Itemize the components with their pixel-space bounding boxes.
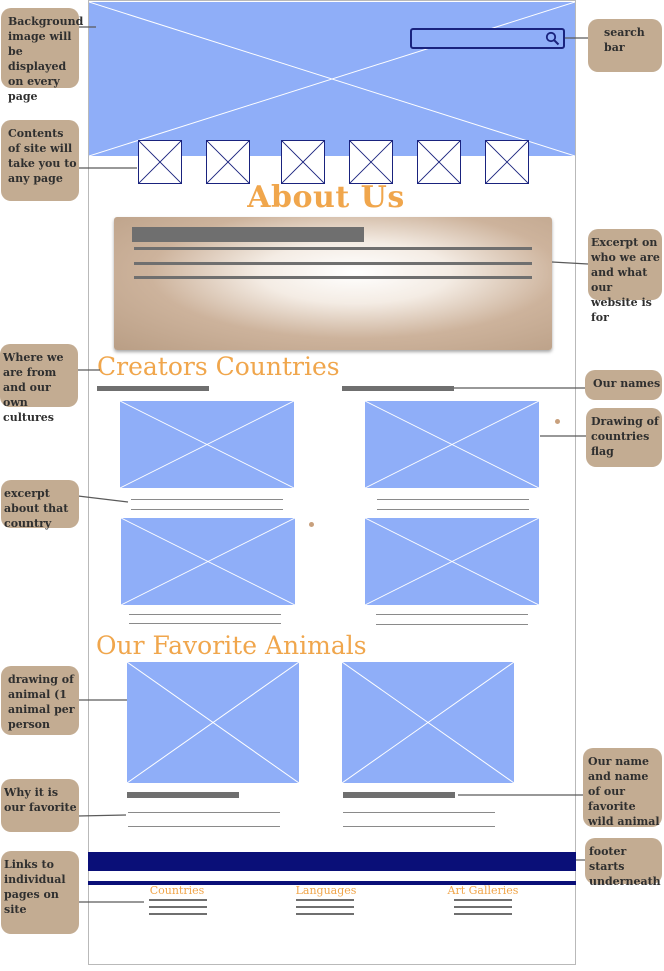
- placeholder-x-icon: [121, 518, 295, 605]
- footer-link-line: [149, 913, 207, 915]
- annotation-our-names: Our names: [585, 370, 662, 400]
- footer-link-line: [296, 906, 354, 908]
- hero-background-image: [89, 2, 575, 156]
- annotation-background: Background image will be displayed on ev…: [1, 8, 83, 103]
- footer-link-line: [454, 913, 512, 915]
- creator-name-placeholder: [97, 386, 209, 391]
- nav-item-3[interactable]: [281, 140, 325, 184]
- placeholder-x-icon: [207, 141, 249, 183]
- footer-link-art-galleries[interactable]: Art Galleries: [428, 884, 538, 897]
- footer-link-line: [296, 913, 354, 915]
- animal-name-placeholder: [343, 792, 455, 798]
- about-text-line: [134, 276, 532, 279]
- footer-link-line: [454, 906, 512, 908]
- about-text-line: [134, 262, 532, 265]
- annotation-footer: footer starts underneath: [585, 838, 662, 888]
- creator-name-placeholder: [342, 386, 454, 391]
- placeholder-x-icon: [120, 401, 294, 488]
- annotation-excerpt-about: Excerpt on who we are and what our websi…: [588, 229, 662, 324]
- annotation-why-favorite: Why it is our favorite: [1, 779, 79, 832]
- nav-item-5[interactable]: [417, 140, 461, 184]
- footer-link-countries[interactable]: Countries: [122, 884, 232, 897]
- animal-text-line: [343, 826, 495, 827]
- annotation-excerpt-country: excerpt about that country: [1, 480, 79, 530]
- footer-link-languages[interactable]: Languages: [271, 884, 381, 897]
- placeholder-x-icon: [418, 141, 460, 183]
- placeholder-x-icon: [127, 662, 299, 783]
- annotation-search-bar: search bar: [588, 19, 662, 72]
- annotation-flag-drawing: Drawing of countries flag: [586, 408, 662, 467]
- annotation-where-from: Where we are from and our own cultures: [0, 344, 78, 424]
- country-flag-image: [365, 401, 539, 488]
- stray-dot: [555, 419, 560, 424]
- placeholder-x-icon: [350, 141, 392, 183]
- footer-link-line: [149, 906, 207, 908]
- annotation-links: Links to individual pages on site: [1, 851, 79, 934]
- creators-countries-title: Creators Countries: [97, 352, 340, 381]
- animal-drawing-image: [342, 662, 514, 783]
- search-icon[interactable]: [545, 31, 560, 46]
- annotation-our-name-animal: Our name and name of our favorite wild a…: [583, 748, 662, 828]
- annotation-drawing-animal: drawing of animal (1 animal per person: [1, 666, 79, 735]
- placeholder-x-icon: [139, 141, 181, 183]
- footer-link-line: [454, 899, 512, 901]
- nav-item-4[interactable]: [349, 140, 393, 184]
- annotation-contents: Contents of site will take you to any pa…: [1, 120, 79, 201]
- country-flag-image: [120, 401, 294, 488]
- placeholder-x-icon: [282, 141, 324, 183]
- nav-item-1[interactable]: [138, 140, 182, 184]
- placeholder-x-icon: [89, 2, 575, 156]
- placeholder-x-icon: [365, 518, 539, 605]
- country-flag-image: [121, 518, 295, 605]
- country-flag-image: [365, 518, 539, 605]
- country-text-line: [129, 623, 281, 624]
- animal-text-line: [128, 812, 280, 813]
- footer-bar: [88, 852, 576, 871]
- country-text-line: [376, 614, 528, 615]
- placeholder-x-icon: [486, 141, 528, 183]
- favorite-animals-title: Our Favorite Animals: [96, 631, 367, 660]
- nav-item-6[interactable]: [485, 140, 529, 184]
- animal-text-line: [343, 812, 495, 813]
- animal-text-line: [128, 826, 280, 827]
- animal-name-placeholder: [127, 792, 239, 798]
- about-heading-placeholder: [132, 227, 364, 242]
- footer-link-line: [149, 899, 207, 901]
- placeholder-x-icon: [342, 662, 514, 783]
- about-text-line: [134, 247, 532, 250]
- country-text-line: [376, 624, 528, 625]
- nav-item-2[interactable]: [206, 140, 250, 184]
- country-text-line: [129, 614, 281, 615]
- country-text-line: [377, 509, 529, 510]
- placeholder-x-icon: [365, 401, 539, 488]
- country-text-line: [131, 499, 283, 500]
- about-us-title: About Us: [247, 180, 405, 215]
- animal-drawing-image: [127, 662, 299, 783]
- country-text-line: [377, 499, 529, 500]
- footer-link-line: [296, 899, 354, 901]
- search-bar[interactable]: [410, 28, 565, 49]
- country-text-line: [131, 509, 283, 510]
- stray-dot: [309, 522, 314, 527]
